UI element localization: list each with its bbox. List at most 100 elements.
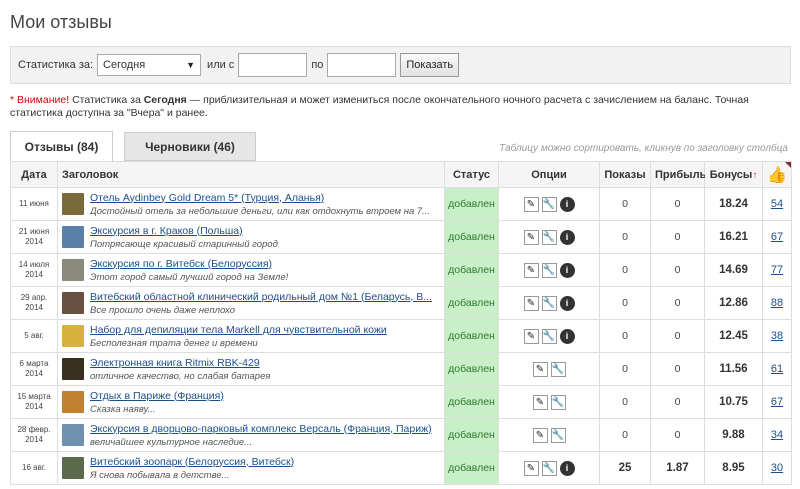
tab-drafts[interactable]: Черновики (46) [124, 132, 256, 161]
wrench-icon[interactable]: 🔧 [541, 262, 557, 278]
info-icon[interactable]: i [559, 229, 575, 245]
row-likes: 67 [762, 220, 792, 254]
likes-link[interactable]: 30 [771, 462, 783, 474]
row-title-cell: Электронная книга Ritmix RBK-429 отлично… [57, 352, 445, 386]
review-title-link[interactable]: Электронная книга Ritmix RBK-429 [90, 357, 270, 369]
edit-pencil-icon[interactable]: ✎ [532, 427, 548, 443]
wrench-icon[interactable]: 🔧 [541, 328, 557, 344]
review-subtitle: Этот город самый лучший город на Земле! [90, 271, 289, 283]
edit-pencil-icon[interactable]: ✎ [532, 394, 548, 410]
wrench-icon[interactable]: 🔧 [541, 229, 557, 245]
status-badge: добавлен [444, 451, 499, 485]
col-bonuses[interactable]: Бонусы↑ [704, 161, 763, 188]
date-to-input[interactable] [327, 53, 397, 77]
review-title-link[interactable]: Отдых в Париже (Франция) [90, 390, 224, 402]
review-subtitle: Сказка наяву... [90, 403, 156, 415]
review-title-link[interactable]: Витебский зоопарк (Белоруссия, Витебск) [90, 456, 294, 468]
row-likes: 54 [762, 187, 792, 221]
row-bonus: 18.24 [704, 187, 763, 221]
corner-marker-icon [785, 162, 791, 168]
date-from-input[interactable] [238, 53, 308, 77]
edit-pencil-icon[interactable]: ✎ [523, 328, 539, 344]
review-title-link[interactable]: Экскурсия в дворцово-парковый комплекс В… [90, 423, 432, 435]
review-subtitle: Бесполезная трата денег и времени [90, 337, 258, 349]
col-profit[interactable]: Прибыль [650, 161, 706, 188]
likes-link[interactable]: 54 [771, 198, 783, 210]
review-thumbnail[interactable] [62, 325, 84, 347]
likes-link[interactable]: 67 [771, 396, 783, 408]
show-button[interactable]: Показать [400, 53, 460, 77]
edit-pencil-icon[interactable]: ✎ [523, 295, 539, 311]
likes-link[interactable]: 88 [771, 297, 783, 309]
row-bonus: 16.21 [704, 220, 763, 254]
wrench-icon[interactable]: 🔧 [541, 196, 557, 212]
review-thumbnail[interactable] [62, 226, 84, 248]
review-title-link[interactable]: Отель Aydinbey Gold Dream 5* (Турция, Ал… [90, 192, 430, 204]
edit-pencil-icon[interactable]: ✎ [523, 262, 539, 278]
wrench-icon[interactable]: 🔧 [550, 394, 566, 410]
col-title[interactable]: Заголовок [57, 161, 445, 188]
review-thumbnail[interactable] [62, 424, 84, 446]
period-select[interactable]: Сегодня ▼ [97, 54, 202, 76]
col-views[interactable]: Показы [599, 161, 651, 188]
likes-link[interactable]: 38 [771, 330, 783, 342]
likes-link[interactable]: 34 [771, 429, 783, 441]
info-icon[interactable]: i [559, 460, 575, 476]
review-thumbnail[interactable] [62, 391, 84, 413]
review-title-link[interactable]: Набор для депиляции тела Markell для чув… [90, 324, 387, 336]
review-subtitle: Я снова побывала в детстве... [90, 469, 230, 481]
review-thumbnail[interactable] [62, 358, 84, 380]
row-views: 0 [599, 286, 651, 320]
row-profit: 0 [650, 220, 705, 254]
chevron-down-icon: ▼ [186, 60, 196, 70]
row-views: 0 [599, 385, 651, 419]
tab-reviews[interactable]: Отзывы (84) [10, 131, 113, 162]
edit-pencil-icon[interactable]: ✎ [523, 229, 539, 245]
row-likes: 38 [762, 319, 792, 353]
likes-link[interactable]: 61 [771, 363, 783, 375]
review-thumbnail[interactable] [62, 457, 84, 479]
table-row: 11 июня Отель Aydinbey Gold Dream 5* (Ту… [10, 187, 792, 221]
review-thumbnail[interactable] [62, 292, 84, 314]
review-thumbnail[interactable] [62, 259, 84, 281]
row-profit: 0 [650, 187, 705, 221]
wrench-icon[interactable]: 🔧 [550, 427, 566, 443]
review-thumbnail[interactable] [62, 193, 84, 215]
row-likes: 77 [762, 253, 792, 287]
col-options[interactable]: Опции [498, 161, 600, 188]
edit-pencil-icon[interactable]: ✎ [523, 460, 539, 476]
table-row: 21 июня 2014 Экскурсия в г. Краков (Поль… [10, 220, 792, 254]
info-icon[interactable]: i [559, 295, 575, 311]
edit-pencil-icon[interactable]: ✎ [523, 196, 539, 212]
info-icon[interactable]: i [559, 328, 575, 344]
row-likes: 61 [762, 352, 792, 386]
wrench-icon[interactable]: 🔧 [541, 460, 557, 476]
status-badge: добавлен [444, 187, 499, 221]
likes-link[interactable]: 77 [771, 264, 783, 276]
row-bonus: 8.95 [704, 451, 763, 485]
info-icon[interactable]: i [559, 196, 575, 212]
row-date: 6 марта 2014 [10, 352, 58, 386]
period-select-value: Сегодня [103, 59, 146, 71]
table-row: 29 апр. 2014 Витебский областной клиниче… [10, 286, 792, 320]
col-date[interactable]: Дата [10, 161, 58, 188]
status-badge: добавлен [444, 352, 499, 386]
review-title-link[interactable]: Экскурсия в г. Краков (Польша) [90, 225, 278, 237]
col-likes[interactable]: 👍 [762, 161, 792, 188]
row-title-cell: Отель Aydinbey Gold Dream 5* (Турция, Ал… [57, 187, 445, 221]
row-views: 0 [599, 352, 651, 386]
review-title-link[interactable]: Экскурсия по г. Витебск (Белоруссия) [90, 258, 288, 270]
row-date: 28 февр. 2014 [10, 418, 58, 452]
row-title-cell: Отдых в Париже (Франция) Сказка наяву... [57, 385, 445, 419]
status-badge: добавлен [444, 319, 499, 353]
row-profit: 1.87 [650, 451, 705, 485]
wrench-icon[interactable]: 🔧 [541, 295, 557, 311]
wrench-icon[interactable]: 🔧 [550, 361, 566, 377]
col-status[interactable]: Статус [444, 161, 499, 188]
row-profit: 0 [650, 253, 705, 287]
review-title-link[interactable]: Витебский областной клинический родильны… [90, 291, 432, 303]
likes-link[interactable]: 67 [771, 231, 783, 243]
row-date: 15 марта 2014 [10, 385, 58, 419]
edit-pencil-icon[interactable]: ✎ [532, 361, 548, 377]
info-icon[interactable]: i [559, 262, 575, 278]
